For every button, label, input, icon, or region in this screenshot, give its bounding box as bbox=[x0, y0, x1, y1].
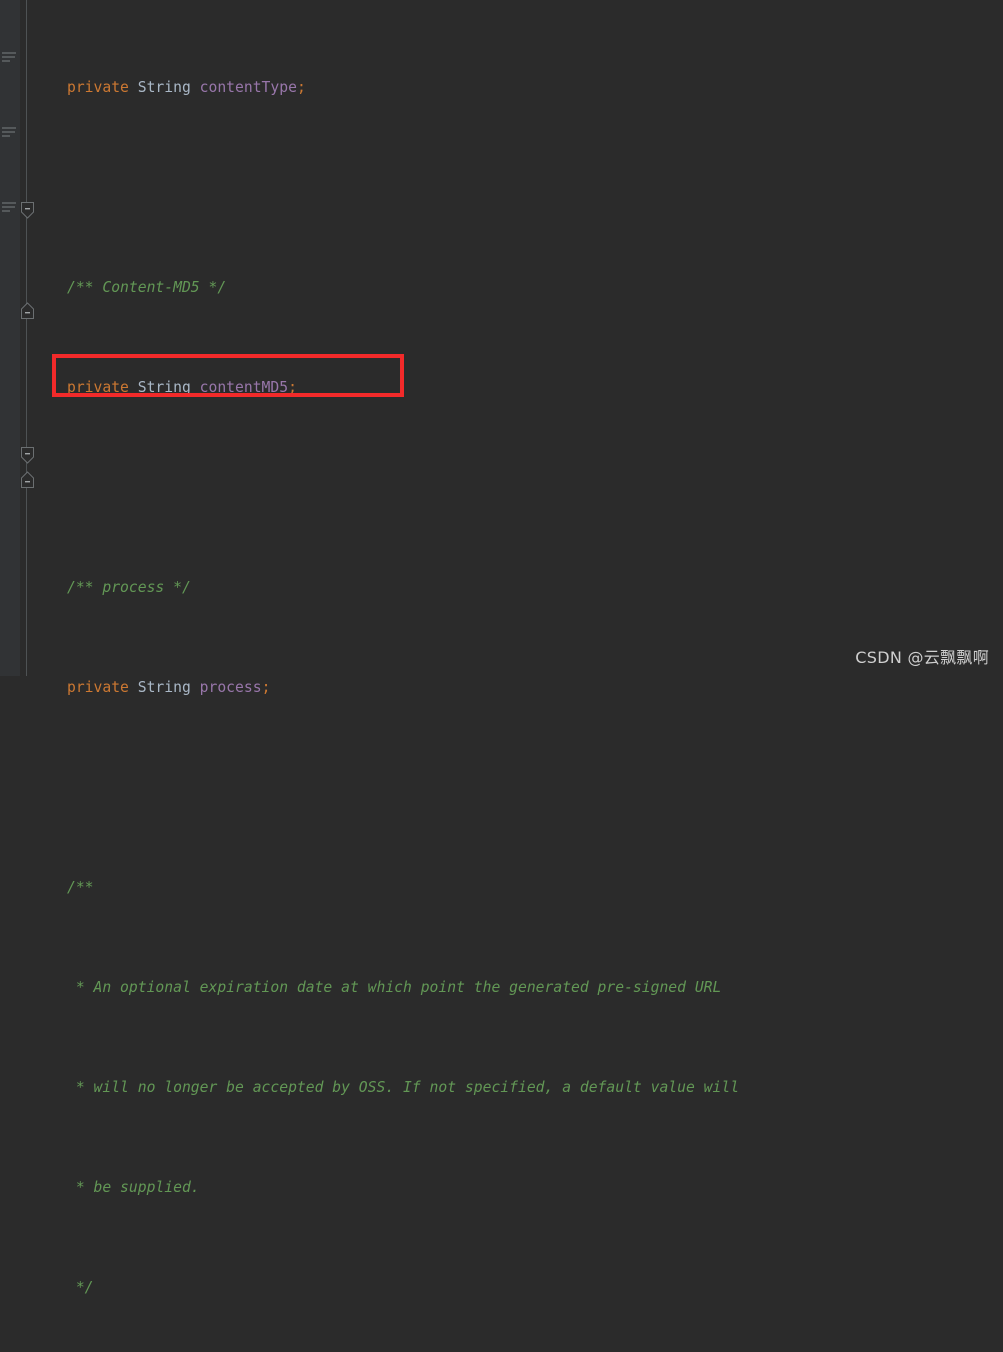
token-type: String bbox=[137, 79, 191, 96]
code-line[interactable]: /** bbox=[67, 875, 1003, 900]
code-line[interactable]: * will no longer be accepted by OSS. If … bbox=[67, 1075, 1003, 1100]
fold-collapse-javadoc-open-icon[interactable] bbox=[20, 201, 35, 220]
token-field: contentType bbox=[199, 79, 297, 96]
token-keyword: private bbox=[67, 79, 129, 96]
code-editor[interactable]: private String contentType; /** Content-… bbox=[0, 0, 1003, 1296]
token-javadoc: /** Content-MD5 */ bbox=[67, 279, 227, 296]
code-line[interactable]: private String contentMD5; bbox=[67, 375, 1003, 400]
change-mark-2[interactable] bbox=[2, 127, 16, 139]
token-javadoc: */ bbox=[75, 1279, 94, 1296]
editor-fold-gutter[interactable] bbox=[20, 0, 67, 676]
token-keyword: private bbox=[67, 379, 129, 396]
token-field: contentMD5 bbox=[199, 379, 289, 396]
token-keyword: private bbox=[67, 679, 129, 696]
fold-collapse-comment-close-icon[interactable] bbox=[20, 470, 35, 489]
code-text-area[interactable]: private String contentType; /** Content-… bbox=[67, 0, 1003, 1296]
token-javadoc: * An optional expiration date at which p… bbox=[75, 979, 722, 996]
code-line[interactable]: */ bbox=[67, 1275, 1003, 1300]
fold-collapse-javadoc-close-icon[interactable] bbox=[20, 301, 35, 320]
code-line[interactable]: /** process */ bbox=[67, 575, 1003, 600]
code-line[interactable]: private String process; bbox=[67, 675, 1003, 700]
token-type: String bbox=[137, 679, 191, 696]
token-field: process bbox=[199, 679, 262, 696]
token-javadoc: * will no longer be accepted by OSS. If … bbox=[75, 1079, 740, 1096]
code-line-blank[interactable] bbox=[67, 475, 1003, 500]
code-line[interactable]: * An optional expiration date at which p… bbox=[67, 975, 1003, 1000]
token-javadoc: /** bbox=[67, 879, 94, 896]
token-javadoc: * be supplied. bbox=[75, 1179, 200, 1196]
code-line-blank[interactable] bbox=[67, 175, 1003, 200]
token-semicolon: ; bbox=[296, 79, 306, 96]
code-line[interactable]: * be supplied. bbox=[67, 1175, 1003, 1200]
token-semicolon: ; bbox=[261, 679, 271, 696]
fold-region-line bbox=[26, 0, 27, 676]
token-semicolon: ; bbox=[288, 379, 297, 396]
watermark-label: CSDN @云飘飘啊 bbox=[855, 648, 989, 667]
token-javadoc: /** process */ bbox=[67, 579, 191, 596]
code-line-blank[interactable] bbox=[67, 775, 1003, 800]
change-mark-1[interactable] bbox=[2, 52, 16, 64]
change-mark-3[interactable] bbox=[2, 202, 16, 214]
code-line[interactable]: /** Content-MD5 */ bbox=[67, 275, 1003, 300]
fold-collapse-comment-open-icon[interactable] bbox=[20, 446, 35, 465]
editor-annotation-strip[interactable] bbox=[0, 0, 20, 676]
token-type: String bbox=[137, 379, 191, 396]
code-line[interactable]: private String contentType; bbox=[67, 75, 1003, 100]
